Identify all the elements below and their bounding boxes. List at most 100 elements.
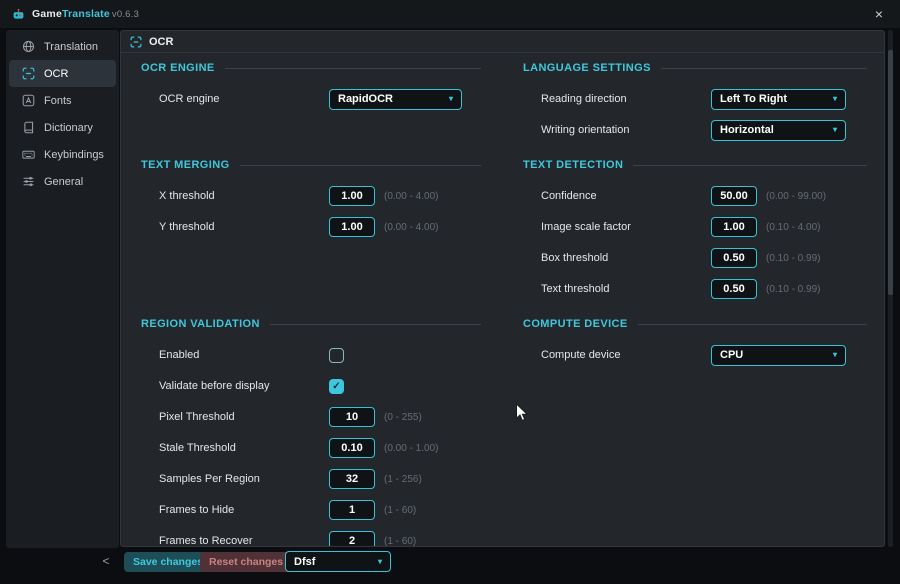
section-heading: OCR ENGINE bbox=[141, 61, 481, 75]
sidebar-collapse-button[interactable]: < bbox=[98, 554, 114, 568]
sidebar-item-dictionary[interactable]: Dictionary bbox=[9, 114, 116, 141]
save-changes-button[interactable]: Save changes bbox=[124, 552, 213, 572]
ocr-icon bbox=[22, 67, 35, 80]
section-region-validation: REGION VALIDATION Enabled Validate befor… bbox=[141, 317, 481, 546]
range-hint: (0.00 - 99.00) bbox=[766, 190, 827, 202]
writing-orientation-row: Writing orientation Horizontal ▾ bbox=[541, 119, 867, 141]
close-button[interactable]: × bbox=[868, 3, 890, 25]
field-label: Confidence bbox=[541, 190, 597, 202]
validate-before-display-checkbox[interactable]: ✓ bbox=[329, 378, 344, 394]
field-label: Stale Threshold bbox=[159, 442, 236, 454]
reading-direction-dropdown[interactable]: Left To Right ▾ bbox=[711, 88, 846, 110]
app-title: GameTranslate v0.6.3 bbox=[32, 8, 139, 20]
settings-panel: OCR OCR ENGINE OCR engine RapidOCR ▾ TEX… bbox=[120, 30, 885, 547]
range-hint: (0.00 - 4.00) bbox=[384, 221, 439, 233]
app-version: v0.6.3 bbox=[111, 9, 139, 20]
field-label: Y threshold bbox=[159, 221, 215, 233]
range-hint: (0.00 - 4.00) bbox=[384, 190, 439, 202]
image-scale-factor-input[interactable] bbox=[711, 217, 757, 237]
translate-icon bbox=[22, 40, 35, 53]
ocr-engine-row: OCR engine RapidOCR ▾ bbox=[159, 88, 481, 110]
field-label: Pixel Threshold bbox=[159, 411, 235, 423]
sidebar-item-general[interactable]: General bbox=[9, 168, 116, 195]
sidebar-item-fonts[interactable]: Fonts bbox=[9, 87, 116, 114]
confidence-input[interactable] bbox=[711, 186, 757, 206]
enabled-row: Enabled bbox=[159, 345, 481, 365]
section-text-merging: TEXT MERGING X threshold (0.00 - 4.00) Y… bbox=[141, 158, 481, 248]
compute-device-dropdown[interactable]: CPU ▾ bbox=[711, 344, 846, 366]
sidebar-item-translation[interactable]: Translation bbox=[9, 33, 116, 60]
range-hint: (0.10 - 0.99) bbox=[766, 283, 821, 295]
field-label: OCR engine bbox=[159, 93, 220, 105]
x-threshold-input[interactable] bbox=[329, 186, 375, 206]
field-label: Writing orientation bbox=[541, 124, 630, 136]
samples-per-region-input[interactable] bbox=[329, 469, 375, 489]
sidebar-item-label: General bbox=[44, 175, 84, 188]
section-heading: TEXT MERGING bbox=[141, 158, 481, 172]
image-scale-factor-row: Image scale factor (0.10 - 4.00) bbox=[541, 217, 867, 237]
dropdown-value: Left To Right bbox=[720, 93, 787, 105]
sliders-icon bbox=[23, 176, 34, 187]
stale-threshold-input[interactable] bbox=[329, 438, 375, 458]
field-label: Frames to Recover bbox=[159, 535, 253, 546]
range-hint: (1 - 60) bbox=[384, 535, 417, 547]
vertical-scrollbar[interactable] bbox=[888, 30, 893, 547]
field-label: Samples Per Region bbox=[159, 473, 260, 485]
page-title: OCR bbox=[149, 35, 174, 48]
frames-to-recover-input[interactable] bbox=[329, 531, 375, 546]
field-label: Text threshold bbox=[541, 283, 610, 295]
frames-to-hide-input[interactable] bbox=[329, 500, 375, 520]
chevron-down-icon: ▾ bbox=[377, 556, 382, 566]
dropdown-value: Dfsf bbox=[294, 555, 316, 568]
frames-to-recover-row: Frames to Recover (1 - 60) bbox=[159, 531, 481, 546]
sidebar-item-label: Translation bbox=[44, 40, 99, 53]
dropdown-value: Horizontal bbox=[720, 124, 774, 136]
sidebar-item-ocr[interactable]: OCR bbox=[9, 60, 116, 87]
panel-body: OCR ENGINE OCR engine RapidOCR ▾ TEXT ME… bbox=[121, 53, 884, 546]
compute-device-row: Compute device CPU ▾ bbox=[541, 344, 867, 366]
field-label: Enabled bbox=[159, 349, 200, 361]
text-threshold-input[interactable] bbox=[711, 279, 757, 299]
samples-per-region-row: Samples Per Region (1 - 256) bbox=[159, 469, 481, 489]
validate-before-display-row: Validate before display ✓ bbox=[159, 376, 481, 396]
collapse-icon: < bbox=[102, 554, 110, 568]
check-icon: ✓ bbox=[332, 380, 341, 392]
ocr-icon bbox=[130, 36, 142, 47]
range-hint: (0.00 - 1.00) bbox=[384, 442, 439, 454]
keyboard-icon bbox=[22, 150, 35, 159]
scrollbar-thumb[interactable] bbox=[888, 50, 893, 295]
frames-to-hide-row: Frames to Hide (1 - 60) bbox=[159, 500, 481, 520]
section-heading: REGION VALIDATION bbox=[141, 317, 481, 331]
dictionary-icon bbox=[24, 121, 34, 134]
section-heading: TEXT DETECTION bbox=[523, 158, 867, 172]
fonts-icon bbox=[22, 94, 35, 107]
sidebar-item-keybindings[interactable]: Keybindings bbox=[9, 141, 116, 168]
y-threshold-input[interactable] bbox=[329, 217, 375, 237]
titlebar: GameTranslate v0.6.3 × bbox=[0, 0, 900, 28]
box-threshold-input[interactable] bbox=[711, 248, 757, 268]
sidebar-item-label: Dictionary bbox=[44, 121, 93, 134]
sidebar: Translation OCR Fonts Dictionary Keybind… bbox=[6, 30, 119, 548]
section-language-settings: LANGUAGE SETTINGS Reading direction Left… bbox=[523, 61, 867, 151]
enabled-checkbox[interactable] bbox=[329, 347, 344, 363]
panel-header: OCR bbox=[121, 31, 884, 53]
range-hint: (1 - 60) bbox=[384, 504, 417, 516]
chevron-down-icon: ▾ bbox=[832, 125, 837, 134]
chevron-down-icon: ▾ bbox=[832, 350, 837, 359]
section-heading: LANGUAGE SETTINGS bbox=[523, 61, 867, 75]
pixel-threshold-input[interactable] bbox=[329, 407, 375, 427]
field-label: Compute device bbox=[541, 349, 621, 361]
close-icon: × bbox=[874, 6, 884, 22]
range-hint: (0.10 - 4.00) bbox=[766, 221, 821, 233]
chevron-down-icon: ▾ bbox=[832, 94, 837, 103]
reset-changes-button[interactable]: Reset changes bbox=[200, 552, 293, 572]
sidebar-item-label: OCR bbox=[44, 67, 69, 80]
app-logo-icon bbox=[13, 8, 24, 19]
writing-orientation-dropdown[interactable]: Horizontal ▾ bbox=[711, 119, 846, 141]
ocr-engine-dropdown[interactable]: RapidOCR ▾ bbox=[329, 88, 462, 110]
section-compute-device: COMPUTE DEVICE Compute device CPU ▾ bbox=[523, 317, 867, 376]
section-heading: COMPUTE DEVICE bbox=[523, 317, 867, 331]
confidence-row: Confidence (0.00 - 99.00) bbox=[541, 186, 867, 206]
footer-profile-dropdown[interactable]: Dfsf ▾ bbox=[285, 551, 391, 572]
dropdown-value: CPU bbox=[720, 349, 744, 361]
